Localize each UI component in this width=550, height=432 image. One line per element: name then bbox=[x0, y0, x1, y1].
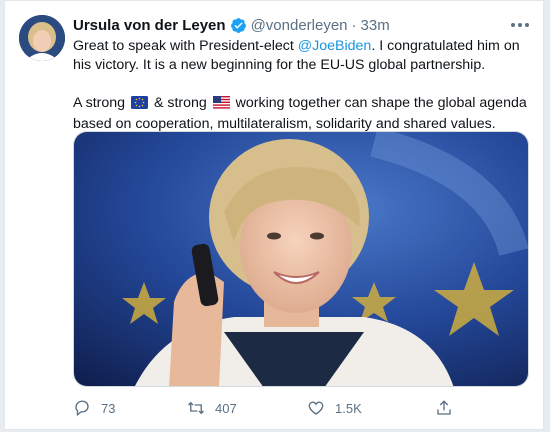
separator-dot: · bbox=[351, 16, 357, 34]
eu-flag-emoji bbox=[131, 96, 148, 115]
share-icon bbox=[437, 400, 451, 415]
heart-icon bbox=[308, 401, 324, 415]
reply-button[interactable]: 73 bbox=[73, 399, 187, 417]
timestamp[interactable]: 33m bbox=[361, 17, 390, 34]
tweet-photo[interactable] bbox=[73, 131, 529, 387]
text-segment: & strong bbox=[150, 95, 211, 111]
tweet-header: Ursula von der Leyen @vonderleyen · 33m bbox=[73, 15, 529, 35]
share-button[interactable] bbox=[435, 399, 453, 417]
reply-count: 73 bbox=[101, 400, 116, 416]
like-button[interactable]: 1.5K bbox=[307, 399, 435, 417]
mention-link[interactable]: @JoeBiden bbox=[298, 38, 372, 54]
us-flag-emoji bbox=[212, 96, 230, 115]
tweet-actions: 73 407 1.5K bbox=[73, 395, 529, 421]
tweet-card[interactable]: Ursula von der Leyen @vonderleyen · 33m … bbox=[4, 0, 544, 430]
retweet-icon bbox=[188, 401, 204, 415]
verified-badge-icon bbox=[230, 17, 247, 34]
like-count: 1.5K bbox=[335, 400, 362, 416]
more-options-icon[interactable] bbox=[511, 15, 529, 35]
tweet-paragraph-2: A strong & strong working together can s… bbox=[73, 94, 528, 134]
tweet-text: Great to speak with President-elect @Joe… bbox=[73, 37, 528, 134]
tweet-paragraph-1: Great to speak with President-elect @Joe… bbox=[73, 37, 528, 75]
reply-icon bbox=[75, 400, 89, 417]
avatar[interactable] bbox=[19, 15, 65, 61]
retweet-count: 407 bbox=[215, 400, 237, 416]
retweet-button[interactable]: 407 bbox=[187, 399, 307, 417]
display-name[interactable]: Ursula von der Leyen bbox=[73, 17, 226, 34]
text-segment: Great to speak with President-elect bbox=[73, 38, 298, 54]
text-segment: A strong bbox=[73, 95, 129, 111]
handle[interactable]: @vonderleyen bbox=[251, 17, 348, 34]
